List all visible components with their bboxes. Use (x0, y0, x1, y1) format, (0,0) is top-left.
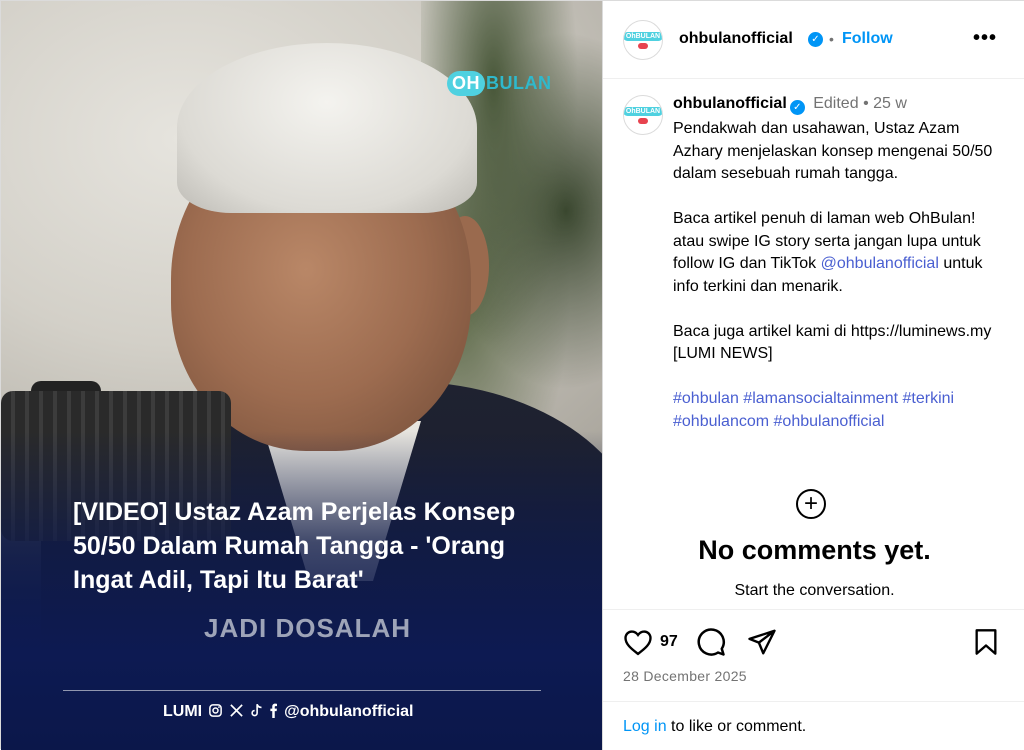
hashtag-link[interactable]: #lamansocialtainment (743, 390, 898, 407)
hashtag-link[interactable]: #ohbulanofficial (774, 413, 885, 430)
caption-paragraph: Baca juga artikel kami di https://lumine… (673, 322, 992, 363)
like-count[interactable]: 97 (660, 633, 678, 651)
post-header: OhBULAN ohbulanofficial ✓ • Follow ••• (603, 1, 1024, 79)
divider (63, 690, 541, 691)
post-modal: OH BULAN JADI DOSALAH [VIDEO] Ustaz Azam … (0, 0, 1024, 750)
post-caption: OhBULAN ohbulanofficial ✓ Edited • 25 w P… (603, 79, 1024, 609)
hashtag-link[interactable]: #terkini (903, 390, 955, 407)
more-options-icon[interactable]: ••• (973, 27, 997, 50)
ohbulan-avatar-logo: OhBULAN (624, 31, 662, 41)
post-sidebar: OhBULAN ohbulanofficial ✓ • Follow ••• O… (602, 1, 1024, 750)
post-image[interactable]: OH BULAN JADI DOSALAH [VIDEO] Ustaz Azam … (1, 1, 602, 750)
header-username[interactable]: ohbulanofficial (679, 30, 793, 48)
login-prompt: to like or comment. (671, 718, 807, 735)
hashtags: #ohbulan #lamansocialtainment #terkini #… (673, 388, 1003, 433)
hashtag-link[interactable]: #ohbulan (673, 390, 739, 407)
login-link[interactable]: Log in (623, 718, 667, 735)
add-comment-icon: + (796, 489, 826, 519)
caption-text: Pendakwah dan usahawan, Ustaz Azam Azhar… (673, 118, 1003, 433)
caption-paragraph: Baca artikel penuh di laman web OhBulan!… (673, 210, 983, 295)
login-bar: Log in to like or comment. (603, 701, 1024, 750)
actions-bar: 97 28 December 2025 (603, 609, 1024, 701)
mention-link[interactable]: @ohbulanofficial (821, 255, 939, 272)
header-separator: • (829, 31, 834, 47)
tiktok-icon (250, 703, 263, 721)
edited-label: Edited (813, 95, 859, 112)
ohbulan-logo: OH BULAN (447, 69, 552, 97)
follow-button[interactable]: Follow (842, 30, 893, 48)
instagram-icon (208, 703, 223, 721)
footer-handle: @ohbulanofficial (284, 703, 414, 720)
caption-avatar[interactable]: OhBULAN (623, 95, 663, 135)
video-subtitle: JADI DOSALAH (204, 613, 412, 643)
save-icon[interactable] (974, 628, 998, 661)
facebook-icon (269, 703, 278, 721)
no-comments-title: No comments yet. (698, 535, 931, 565)
kopiah-cap (177, 43, 477, 213)
hashtag-link[interactable]: #ohbulancom (673, 413, 769, 430)
caption-paragraph: Pendakwah dan usahawan, Ustaz Azam Azhar… (673, 120, 993, 182)
ohbulan-avatar-logo: OhBULAN (624, 106, 662, 116)
image-footer: LUMI @ohbulanofficial (163, 703, 413, 721)
share-icon[interactable] (747, 628, 777, 661)
post-age[interactable]: 25 w (873, 95, 907, 112)
avatar[interactable]: OhBULAN (623, 20, 663, 60)
caption-username[interactable]: ohbulanofficial (673, 95, 787, 112)
x-icon (229, 703, 244, 721)
verified-icon: ✓ (789, 100, 805, 115)
image-headline: [VIDEO] Ustaz Azam Perjelas Konsep 50/50… (73, 498, 516, 594)
verified-icon: ✓ (808, 32, 823, 47)
comment-icon[interactable] (696, 627, 726, 662)
lumi-brand: LUMI (163, 703, 203, 720)
heart-icon[interactable] (623, 628, 653, 661)
no-comments-subtitle: Start the conversation. (734, 582, 895, 599)
post-date[interactable]: 28 December 2025 (623, 668, 747, 684)
